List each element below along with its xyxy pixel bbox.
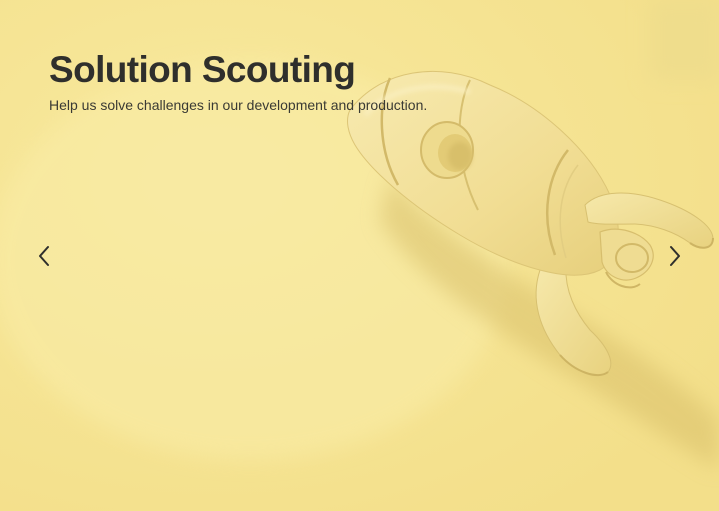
carousel-next-button[interactable] [662, 242, 688, 270]
hero-banner: Solution Scouting Help us solve challeng… [0, 0, 719, 511]
page-title: Solution Scouting [49, 49, 356, 90]
carousel-prev-button[interactable] [31, 242, 57, 270]
chevron-left-icon [39, 246, 49, 266]
chevron-right-icon [670, 246, 680, 266]
hero-text-block: Solution Scouting Help us solve challeng… [49, 48, 569, 114]
page-subtitle: Help us solve challenges in our developm… [49, 97, 428, 113]
